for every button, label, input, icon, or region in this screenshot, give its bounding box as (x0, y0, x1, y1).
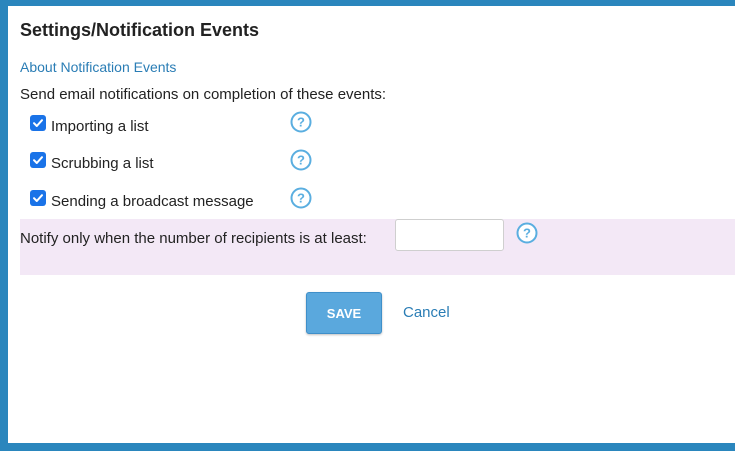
svg-text:?: ? (523, 226, 531, 241)
scrubbing-checkbox[interactable] (30, 152, 46, 168)
recipient-threshold-section: Notify only when the number of recipient… (20, 219, 735, 275)
scrubbing-label: Scrubbing a list (51, 154, 154, 172)
importing-label: Importing a list (51, 117, 149, 135)
svg-text:?: ? (297, 153, 305, 168)
event-row-importing: Importing a list (30, 110, 149, 136)
settings-panel: Settings/Notification Events About Notif… (8, 6, 735, 443)
event-row-scrubbing: Scrubbing a list (30, 147, 154, 173)
question-circle-icon[interactable]: ? (290, 149, 312, 171)
event-row-broadcast: Sending a broadcast message (30, 185, 254, 211)
page-title: Settings/Notification Events (20, 20, 260, 40)
question-circle-icon[interactable]: ? (516, 222, 538, 244)
intro-text: Send email notifications on completion o… (20, 86, 387, 103)
broadcast-label: Sending a broadcast message (51, 192, 254, 210)
svg-text:?: ? (297, 115, 305, 130)
question-circle-icon[interactable]: ? (290, 187, 312, 209)
recipient-threshold-input[interactable] (395, 219, 504, 251)
importing-checkbox[interactable] (30, 115, 46, 131)
broadcast-checkbox[interactable] (30, 190, 46, 206)
question-circle-icon[interactable]: ? (290, 111, 312, 133)
svg-text:?: ? (297, 191, 305, 206)
about-notification-events-link[interactable]: About Notification Events (20, 59, 176, 75)
recipient-threshold-label: Notify only when the number of recipient… (20, 230, 367, 247)
save-button[interactable]: SAVE (306, 292, 382, 334)
cancel-link[interactable]: Cancel (403, 304, 450, 321)
